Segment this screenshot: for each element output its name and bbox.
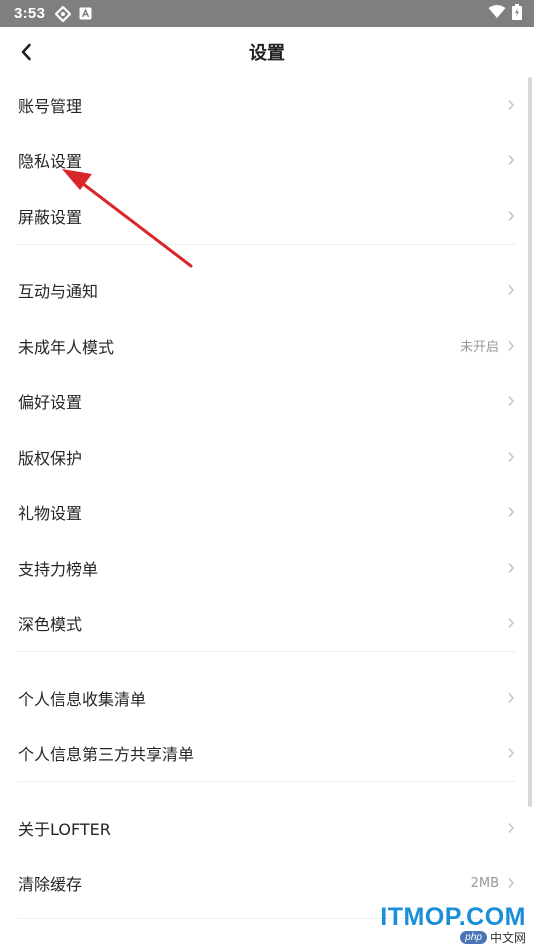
- menu-item-notify[interactable]: 互动与通知: [0, 263, 534, 319]
- watermark-badge: php: [460, 931, 487, 944]
- menu-item-label: 屏蔽设置: [18, 207, 83, 227]
- header: 设置: [0, 27, 534, 77]
- chevron-right-icon: [508, 618, 515, 629]
- chevron-left-icon: [21, 43, 31, 61]
- menu-item-label: 偏好设置: [18, 393, 83, 413]
- settings-menu: 账号管理 隐私设置 屏蔽设置 互动与通知 未成年人模式 未开启 偏好设置 版权保…: [0, 77, 534, 911]
- minor-mode-status: 未开启: [459, 340, 499, 356]
- menu-item-label: 隐私设置: [18, 152, 83, 172]
- status-time: 3:53: [14, 5, 46, 22]
- chevron-right-icon: [508, 878, 515, 889]
- menu-item-dark[interactable]: 深色模式: [0, 596, 534, 652]
- menu-item-support[interactable]: 支持力榜单: [0, 540, 534, 596]
- chevron-right-icon: [508, 748, 515, 759]
- watermark-text: 中文网: [489, 931, 526, 945]
- menu-item-info-collect[interactable]: 个人信息收集清单: [0, 670, 534, 726]
- a-badge-icon: [79, 7, 92, 20]
- menu-item-minor[interactable]: 未成年人模式 未开启: [0, 318, 534, 374]
- watermark-main: ITMOP.COM: [380, 903, 526, 931]
- chevron-right-icon: [508, 340, 515, 351]
- cache-size: 2MB: [470, 875, 499, 891]
- back-button[interactable]: [10, 36, 42, 68]
- menu-item-label: 个人信息收集清单: [18, 689, 147, 709]
- chevron-right-icon: [508, 210, 515, 221]
- battery-charging-icon: [512, 3, 522, 24]
- menu-item-block[interactable]: 屏蔽设置: [0, 188, 534, 244]
- menu-item-label: 账号管理: [18, 96, 83, 116]
- sync-icon: [55, 5, 72, 22]
- watermark: ITMOP.COM php 中文网: [380, 903, 526, 946]
- chevron-right-icon: [508, 822, 515, 833]
- group-divider: [0, 781, 534, 800]
- menu-item-copyright[interactable]: 版权保护: [0, 429, 534, 485]
- menu-item-label: 未成年人模式: [18, 337, 115, 357]
- menu-item-label: 深色模式: [18, 615, 83, 635]
- menu-item-preference[interactable]: 偏好设置: [0, 374, 534, 430]
- chevron-right-icon: [508, 451, 515, 462]
- menu-item-gift[interactable]: 礼物设置: [0, 485, 534, 541]
- status-right: [488, 3, 522, 24]
- chevron-right-icon: [508, 396, 515, 407]
- group-divider: [0, 243, 534, 263]
- menu-item-account[interactable]: 账号管理: [0, 77, 534, 133]
- chevron-right-icon: [508, 285, 515, 296]
- page-title: 设置: [249, 43, 285, 64]
- group-divider: [0, 651, 534, 670]
- menu-item-label: 礼物设置: [18, 504, 83, 524]
- scrollbar[interactable]: [528, 77, 532, 807]
- menu-item-label: 版权保护: [18, 448, 83, 468]
- menu-item-label: 清除缓存: [18, 875, 83, 895]
- chevron-right-icon: [508, 692, 515, 703]
- menu-item-privacy[interactable]: 隐私设置: [0, 133, 534, 189]
- chevron-right-icon: [508, 562, 515, 573]
- menu-item-about[interactable]: 关于LOFTER: [0, 800, 534, 856]
- watermark-sub: php 中文网: [380, 929, 526, 946]
- chevron-right-icon: [508, 155, 515, 166]
- menu-item-info-share[interactable]: 个人信息第三方共享清单: [0, 726, 534, 782]
- menu-item-label: 关于LOFTER: [18, 819, 111, 839]
- chevron-right-icon: [508, 507, 515, 518]
- status-bar: 3:53: [0, 0, 534, 27]
- menu-item-label: 支持力榜单: [18, 559, 99, 579]
- chevron-right-icon: [508, 99, 515, 110]
- menu-item-label: 互动与通知: [18, 282, 99, 302]
- menu-item-label: 个人信息第三方共享清单: [18, 745, 195, 765]
- wifi-icon: [488, 4, 506, 23]
